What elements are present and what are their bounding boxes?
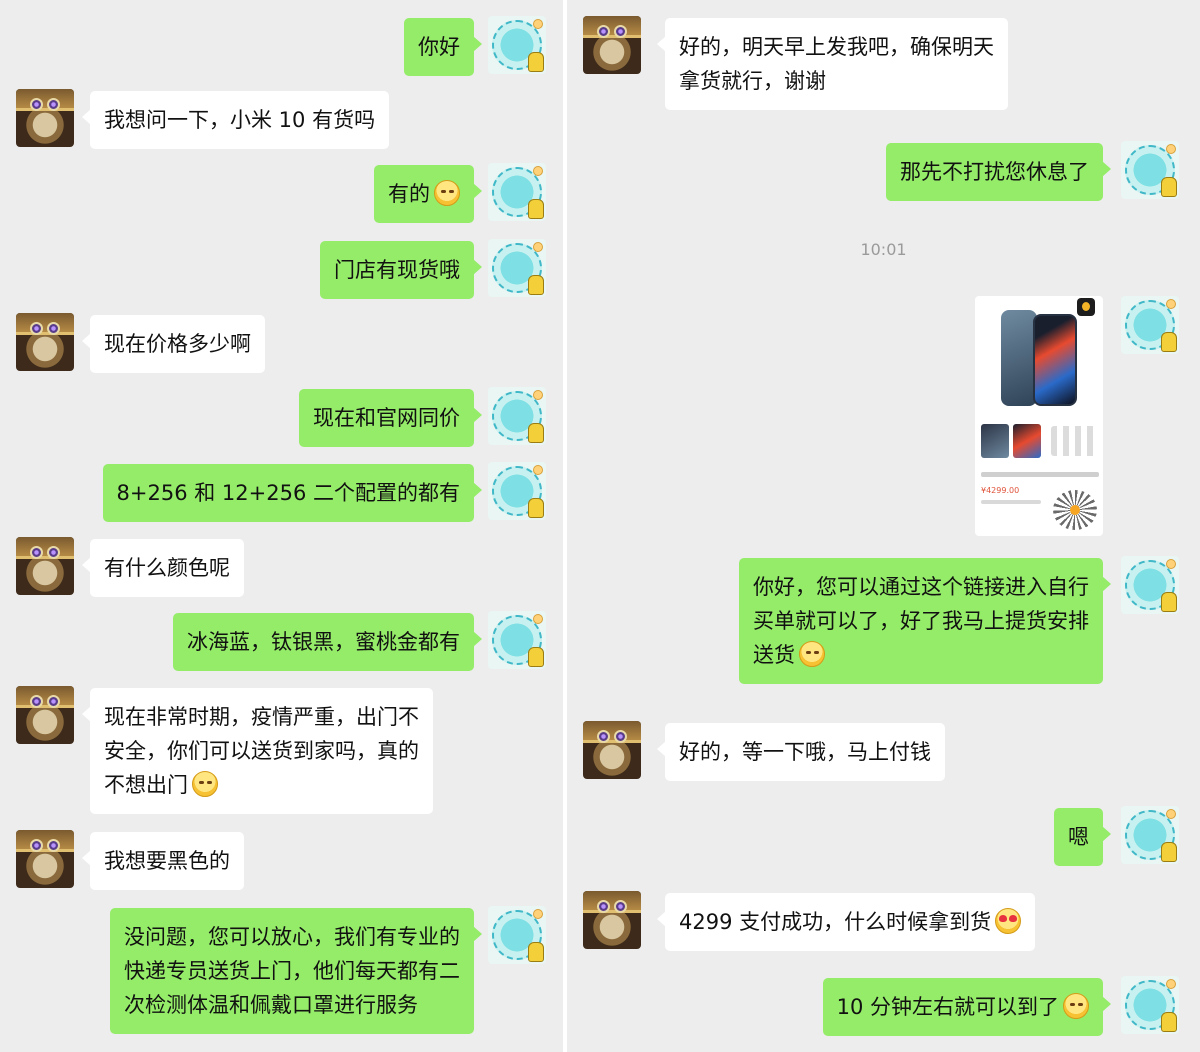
chat-pane-left: 你好 我想问一下，小米 10 有货吗 有的 门店有现货哦 现在价格多少啊 现在和… (0, 0, 563, 1052)
message-bubble-incoming[interactable]: 现在价格多少啊 (82, 315, 265, 373)
message-bubble-incoming[interactable]: 我想问一下，小米 10 有货吗 (81, 91, 390, 149)
self-avatar[interactable] (488, 163, 546, 221)
self-avatar[interactable] (488, 611, 546, 669)
message-bubble-outgoing[interactable]: 你好 (404, 18, 482, 76)
smile-emoji-icon (434, 180, 460, 206)
message-bubble-outgoing[interactable]: 嗯 (1054, 808, 1111, 866)
message-bubble-outgoing[interactable]: 你好，您可以通过这个链接进入自行 买单就可以了，好了我马上提货安排 送货 (739, 558, 1111, 684)
self-avatar[interactable] (1121, 976, 1179, 1034)
self-avatar[interactable] (488, 387, 546, 445)
self-avatar[interactable] (488, 16, 546, 74)
contact-avatar[interactable] (16, 89, 74, 147)
self-avatar[interactable] (1121, 141, 1179, 199)
smile-emoji-icon (799, 641, 825, 667)
self-avatar[interactable] (1121, 556, 1179, 614)
smile-emoji-icon (1063, 993, 1089, 1019)
message-bubble-incoming[interactable]: 好的，明天早上发我吧，确保明天 拿货就行，谢谢 (657, 18, 1008, 110)
qr-code-icon (1053, 490, 1097, 530)
message-bubble-incoming[interactable]: 有什么颜色呢 (82, 539, 244, 597)
message-bubble-outgoing[interactable]: 10 分钟左右就可以到了 (822, 978, 1112, 1036)
product-link-card[interactable]: ¥4299.00 (975, 296, 1103, 536)
self-avatar[interactable] (488, 462, 546, 520)
contact-avatar[interactable] (16, 537, 74, 595)
self-avatar[interactable] (488, 239, 546, 297)
contact-avatar[interactable] (583, 721, 641, 779)
product-price: ¥4299.00 (981, 486, 1020, 495)
self-avatar[interactable] (1121, 296, 1179, 354)
message-bubble-incoming[interactable]: 4299 支付成功，什么时候拿到货 (656, 893, 1036, 951)
contact-avatar[interactable] (16, 686, 74, 744)
blush-emoji-icon (192, 771, 218, 797)
self-avatar[interactable] (488, 906, 546, 964)
message-bubble-incoming[interactable]: 我想要黑色的 (82, 832, 244, 890)
message-bubble-outgoing[interactable]: 没问题，您可以放心，我们有专业的 快递专员送货上门，他们每天都有二 次检测体温和… (110, 908, 482, 1034)
message-bubble-incoming[interactable]: 好的，等一下哦，马上付钱 (657, 723, 945, 781)
contact-avatar[interactable] (16, 830, 74, 888)
heart-eyes-emoji-icon (995, 908, 1022, 934)
message-bubble-outgoing[interactable]: 冰海蓝，钛银黑，蜜桃金都有 (173, 613, 482, 671)
self-avatar[interactable] (1121, 806, 1179, 864)
message-bubble-outgoing[interactable]: 门店有现货哦 (320, 241, 482, 299)
message-timestamp: 10:01 (860, 240, 907, 259)
message-bubble-incoming[interactable]: 现在非常时期，疫情严重，出门不 安全，你们可以送货到家吗，真的 不想出门 (82, 688, 433, 814)
phone-product-image (999, 310, 1079, 410)
message-bubble-outgoing[interactable]: 有的 (374, 165, 482, 223)
shop-badge-icon (1077, 298, 1095, 316)
contact-avatar[interactable] (583, 16, 641, 74)
message-bubble-outgoing[interactable]: 8+256 和 12+256 二个配置的都有 (102, 464, 483, 522)
contact-avatar[interactable] (16, 313, 74, 371)
contact-avatar[interactable] (583, 891, 641, 949)
chat-pane-right: 好的，明天早上发我吧，确保明天 拿货就行，谢谢 那先不打扰您休息了 10:01 … (567, 0, 1200, 1052)
message-bubble-outgoing[interactable]: 那先不打扰您休息了 (886, 143, 1111, 201)
message-bubble-outgoing[interactable]: 现在和官网同价 (299, 389, 482, 447)
